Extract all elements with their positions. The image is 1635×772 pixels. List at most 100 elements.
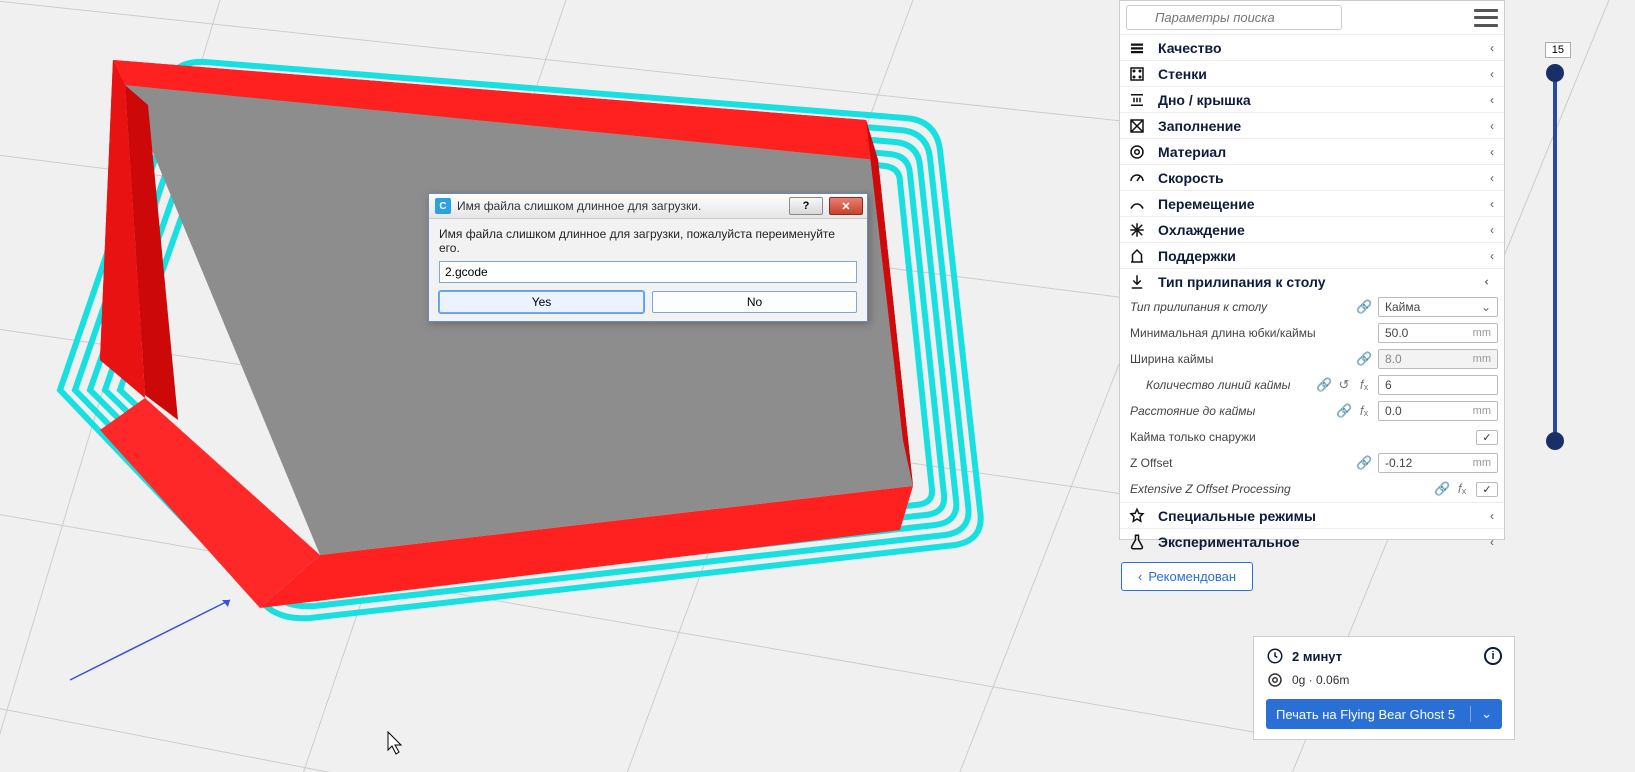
material-icon: [1266, 671, 1284, 689]
setting-outside-checkbox[interactable]: [1476, 430, 1498, 445]
setting-width: Ширина каймы🔗 8.0mm: [1120, 346, 1504, 372]
setting-extz: Extensive Z Offset Processing🔗𝑓ₓ: [1120, 476, 1504, 502]
settings-search-input[interactable]: [1126, 5, 1342, 30]
fx-icon[interactable]: 𝑓ₓ: [1454, 481, 1470, 497]
setting-type-select[interactable]: Кайма: [1378, 297, 1498, 317]
category-speed[interactable]: Скорость‹: [1120, 164, 1504, 190]
setting-lines-input[interactable]: 6: [1378, 375, 1498, 395]
settings-menu-button[interactable]: [1474, 9, 1498, 27]
category-material[interactable]: Материал‹: [1120, 138, 1504, 164]
category-topbottom[interactable]: Дно / крышка‹: [1120, 86, 1504, 112]
link-icon[interactable]: 🔗: [1316, 377, 1332, 393]
close-button[interactable]: ✕: [829, 197, 863, 215]
chevron-icon: ‹: [1490, 41, 1494, 55]
recommended-mode-button[interactable]: ‹ Рекомендован: [1121, 562, 1253, 591]
rename-file-dialog: C Имя файла слишком длинное для загрузки…: [428, 193, 868, 322]
chevron-left-icon: ‹: [1138, 569, 1142, 584]
setting-dist-input[interactable]: 0.0mm: [1378, 401, 1498, 421]
link-icon[interactable]: 🔗: [1434, 481, 1450, 497]
link-icon[interactable]: 🔗: [1336, 403, 1352, 419]
yes-button[interactable]: Yes: [439, 291, 644, 313]
setting-dist: Расстояние до каймы🔗𝑓ₓ 0.0mm: [1120, 398, 1504, 424]
category-support[interactable]: Поддержки‹: [1120, 242, 1504, 268]
category-label: Охлаждение: [1158, 222, 1490, 238]
setting-type: Тип прилипания к столу🔗 Кайма: [1120, 294, 1504, 320]
category-quality[interactable]: Качество‹: [1120, 34, 1504, 60]
slider-track[interactable]: [1553, 66, 1557, 446]
walls-icon: [1126, 63, 1148, 85]
category-cooling[interactable]: Охлаждение‹: [1120, 216, 1504, 242]
setting-label: Расстояние до каймы: [1128, 404, 1336, 418]
print-button[interactable]: Печать на Flying Bear Ghost 5 ⌄: [1266, 699, 1502, 729]
print-button-label: Печать на Flying Bear Ghost 5: [1276, 707, 1455, 722]
dialog-title: Имя файла слишком длинное для загрузки.: [457, 199, 783, 213]
category-label: Перемещение: [1158, 196, 1490, 212]
link-icon[interactable]: 🔗: [1356, 351, 1372, 367]
category-label: Поддержки: [1158, 248, 1490, 264]
setting-extz-checkbox[interactable]: [1476, 482, 1498, 497]
category-experiment[interactable]: Экспериментальное‹: [1120, 528, 1504, 554]
print-info-panel: 2 минут i 0g · 0.06m Печать на Flying Be…: [1253, 636, 1515, 740]
setting-label: Extensive Z Offset Processing: [1128, 482, 1434, 496]
reset-icon[interactable]: ↺: [1336, 377, 1352, 393]
chevron-icon: ‹: [1490, 171, 1494, 185]
category-label: Экспериментальное: [1158, 534, 1490, 550]
setting-minlen: Минимальная длина юбки/каймы50.0mm: [1120, 320, 1504, 346]
no-button[interactable]: No: [652, 291, 857, 313]
print-settings-panel: Качество‹Стенки‹Дно / крышка‹Заполнение‹…: [1119, 0, 1505, 540]
setting-lines: Количество линий каймы🔗↺𝑓ₓ 6: [1120, 372, 1504, 398]
link-icon[interactable]: 🔗: [1356, 299, 1372, 315]
category-infill[interactable]: Заполнение‹: [1120, 112, 1504, 138]
fx-icon[interactable]: 𝑓ₓ: [1356, 403, 1372, 419]
setting-label: Количество линий каймы: [1128, 378, 1316, 392]
chevron-icon: ⌄: [1482, 276, 1496, 286]
setting-zoffset: Z Offset🔗 -0.12mm: [1120, 450, 1504, 476]
chevron-icon: ‹: [1490, 119, 1494, 133]
category-adhesion[interactable]: Тип прилипания к столу⌄: [1120, 268, 1504, 294]
setting-label: Тип прилипания к столу: [1128, 300, 1356, 314]
slider-handle-top[interactable]: [1546, 64, 1564, 82]
layer-slider[interactable]: 15: [1545, 60, 1565, 450]
layer-max-badge: 15: [1545, 42, 1571, 58]
setting-label: Ширина каймы: [1128, 352, 1356, 366]
category-label: Скорость: [1158, 170, 1490, 186]
setting-label: Z Offset: [1128, 456, 1356, 470]
category-label: Качество: [1158, 40, 1490, 56]
travel-icon: [1126, 193, 1148, 215]
help-button[interactable]: ?: [789, 197, 823, 215]
chevron-down-icon[interactable]: ⌄: [1470, 706, 1492, 722]
setting-width-input[interactable]: 8.0mm: [1378, 349, 1498, 369]
setting-minlen-input[interactable]: 50.0mm: [1378, 323, 1498, 343]
category-label: Заполнение: [1158, 118, 1490, 134]
category-walls[interactable]: Стенки‹: [1120, 60, 1504, 86]
setting-label: Кайма только снаружи: [1128, 430, 1470, 444]
category-travel[interactable]: Перемещение‹: [1120, 190, 1504, 216]
setting-zoffset-input[interactable]: -0.12mm: [1378, 453, 1498, 473]
info-icon[interactable]: i: [1484, 647, 1502, 665]
dialog-titlebar[interactable]: C Имя файла слишком длинное для загрузки…: [429, 194, 867, 219]
special-icon: [1126, 505, 1148, 527]
category-label: Специальные режимы: [1158, 508, 1490, 524]
recommended-label: Рекомендован: [1148, 569, 1236, 584]
chevron-icon: ‹: [1490, 145, 1494, 159]
chevron-icon: ‹: [1490, 197, 1494, 211]
quality-icon: [1126, 37, 1148, 59]
dialog-message: Имя файла слишком длинное для загрузки, …: [439, 227, 857, 255]
print-material: 0g · 0.06m: [1292, 673, 1349, 687]
clock-icon: [1266, 647, 1284, 665]
cooling-icon: [1126, 219, 1148, 241]
link-icon[interactable]: 🔗: [1356, 455, 1372, 471]
adhesion-icon: [1126, 271, 1148, 293]
chevron-icon: ‹: [1490, 67, 1494, 81]
slider-handle-bottom[interactable]: [1546, 432, 1564, 450]
material-icon: [1126, 141, 1148, 163]
chevron-icon: ‹: [1490, 249, 1494, 263]
topbottom-icon: [1126, 89, 1148, 111]
category-special[interactable]: Специальные режимы‹: [1120, 502, 1504, 528]
speed-icon: [1126, 167, 1148, 189]
chevron-icon: ‹: [1490, 509, 1494, 523]
support-icon: [1126, 245, 1148, 267]
fx-icon[interactable]: 𝑓ₓ: [1356, 377, 1372, 393]
filename-input[interactable]: [439, 261, 857, 283]
setting-outside: Кайма только снаружи: [1120, 424, 1504, 450]
